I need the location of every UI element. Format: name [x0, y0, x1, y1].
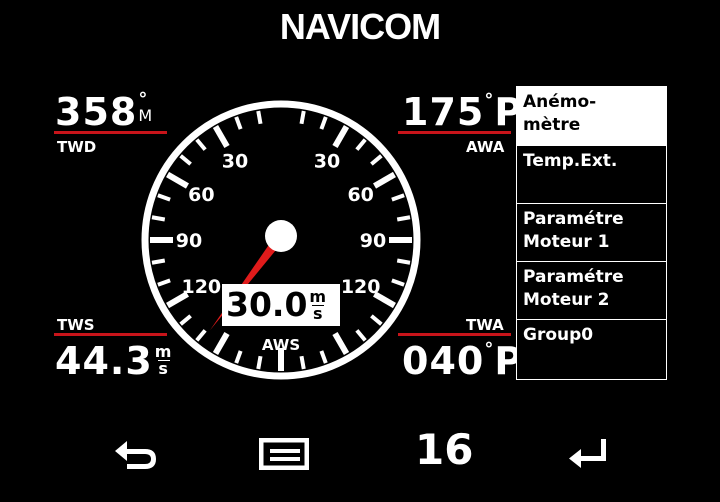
gauge-tick [166, 171, 189, 189]
menu-item-group0[interactable]: Group0 [516, 320, 667, 380]
wind-gauge: 30 60 90 120 30 60 90 120 AWS [141, 100, 421, 380]
gauge-tick [195, 329, 207, 342]
gauge-tick [179, 154, 192, 166]
gauge-tick [234, 116, 243, 130]
gauge-tick [319, 350, 328, 364]
gauge-hub [265, 220, 297, 252]
gauge-scale-label: 30 [222, 150, 248, 172]
menu-item-parametre-moteur-2[interactable]: Paramétre Moteur 2 [516, 262, 667, 320]
gauge-tick [256, 110, 263, 125]
enter-return-icon[interactable] [567, 437, 611, 471]
gauge-tick [256, 355, 263, 370]
awa-label: AWA [466, 138, 505, 156]
back-arrow-icon[interactable] [113, 437, 159, 471]
side-menu: Anémo- mètre Temp.Ext. Paramétre Moteur … [516, 86, 667, 380]
gauge-tick [332, 332, 350, 355]
aws-unit-bottom: s [312, 304, 323, 323]
menu-item-label: Anémo- mètre [523, 92, 597, 135]
gauge-scale-label: 90 [360, 230, 386, 252]
gauge-tick [195, 138, 207, 151]
gauge-tick [391, 278, 405, 287]
aws-unit-top: m [309, 287, 327, 306]
menu-item-temp-ext[interactable]: Temp.Ext. [516, 146, 667, 204]
gauge-tick [355, 329, 367, 342]
gauge-tick [332, 125, 350, 148]
gauge-tick [396, 215, 411, 222]
aws-unit: ms [309, 284, 327, 323]
menu-item-label: Paramétre Moteur 1 [523, 209, 624, 252]
brand-logo: NAVICOM [279, 6, 441, 47]
twa-unit-top: ° [484, 339, 495, 360]
menu-item-parametre-moteur-1[interactable]: Paramétre Moteur 1 [516, 204, 667, 262]
gauge-tick [319, 116, 328, 130]
page-number: 16 [415, 425, 474, 474]
gauge-scale-label: 60 [188, 184, 214, 206]
twd-label: TWD [57, 138, 97, 156]
gauge-tick [391, 193, 405, 202]
gauge-tick [373, 171, 396, 189]
twa-label: TWA [466, 316, 504, 334]
gauge-tick [299, 110, 306, 125]
gauge-tick [299, 355, 306, 370]
gauge-tick [151, 215, 166, 222]
aws-value: 30.0 [226, 285, 308, 324]
gauge-label: AWS [262, 336, 300, 354]
gauge-tick [157, 193, 171, 202]
twd-value: 358 [55, 90, 138, 134]
gauge-tick [396, 258, 411, 265]
gauge-scale-label: 120 [181, 276, 221, 298]
gauge-scale-label: 30 [314, 150, 340, 172]
gauge-scale-label: 60 [347, 184, 373, 206]
gauge-tick [212, 332, 230, 355]
gauge-tick [370, 314, 383, 326]
menu-item-label: Paramétre Moteur 2 [523, 267, 624, 310]
gauge-tick [157, 278, 171, 287]
gauge-tick [355, 138, 367, 151]
gauge-tick [234, 350, 243, 364]
gauge-tick [212, 125, 230, 148]
gauge-tick [370, 154, 383, 166]
tws-label: TWS [57, 316, 95, 334]
menu-list-icon[interactable] [259, 438, 309, 470]
menu-item-label: Temp.Ext. [523, 151, 618, 171]
gauge-tick [151, 258, 166, 265]
gauge-scale-label: 90 [176, 230, 202, 252]
gauge-scale-label: 120 [341, 276, 381, 298]
menu-item-anemometre[interactable]: Anémo- mètre [516, 86, 667, 146]
awa-unit-top: ° [484, 90, 495, 111]
menu-item-label: Group0 [523, 325, 594, 345]
aws-value-box: 30.0 m s [222, 284, 340, 326]
gauge-tick [179, 314, 192, 326]
